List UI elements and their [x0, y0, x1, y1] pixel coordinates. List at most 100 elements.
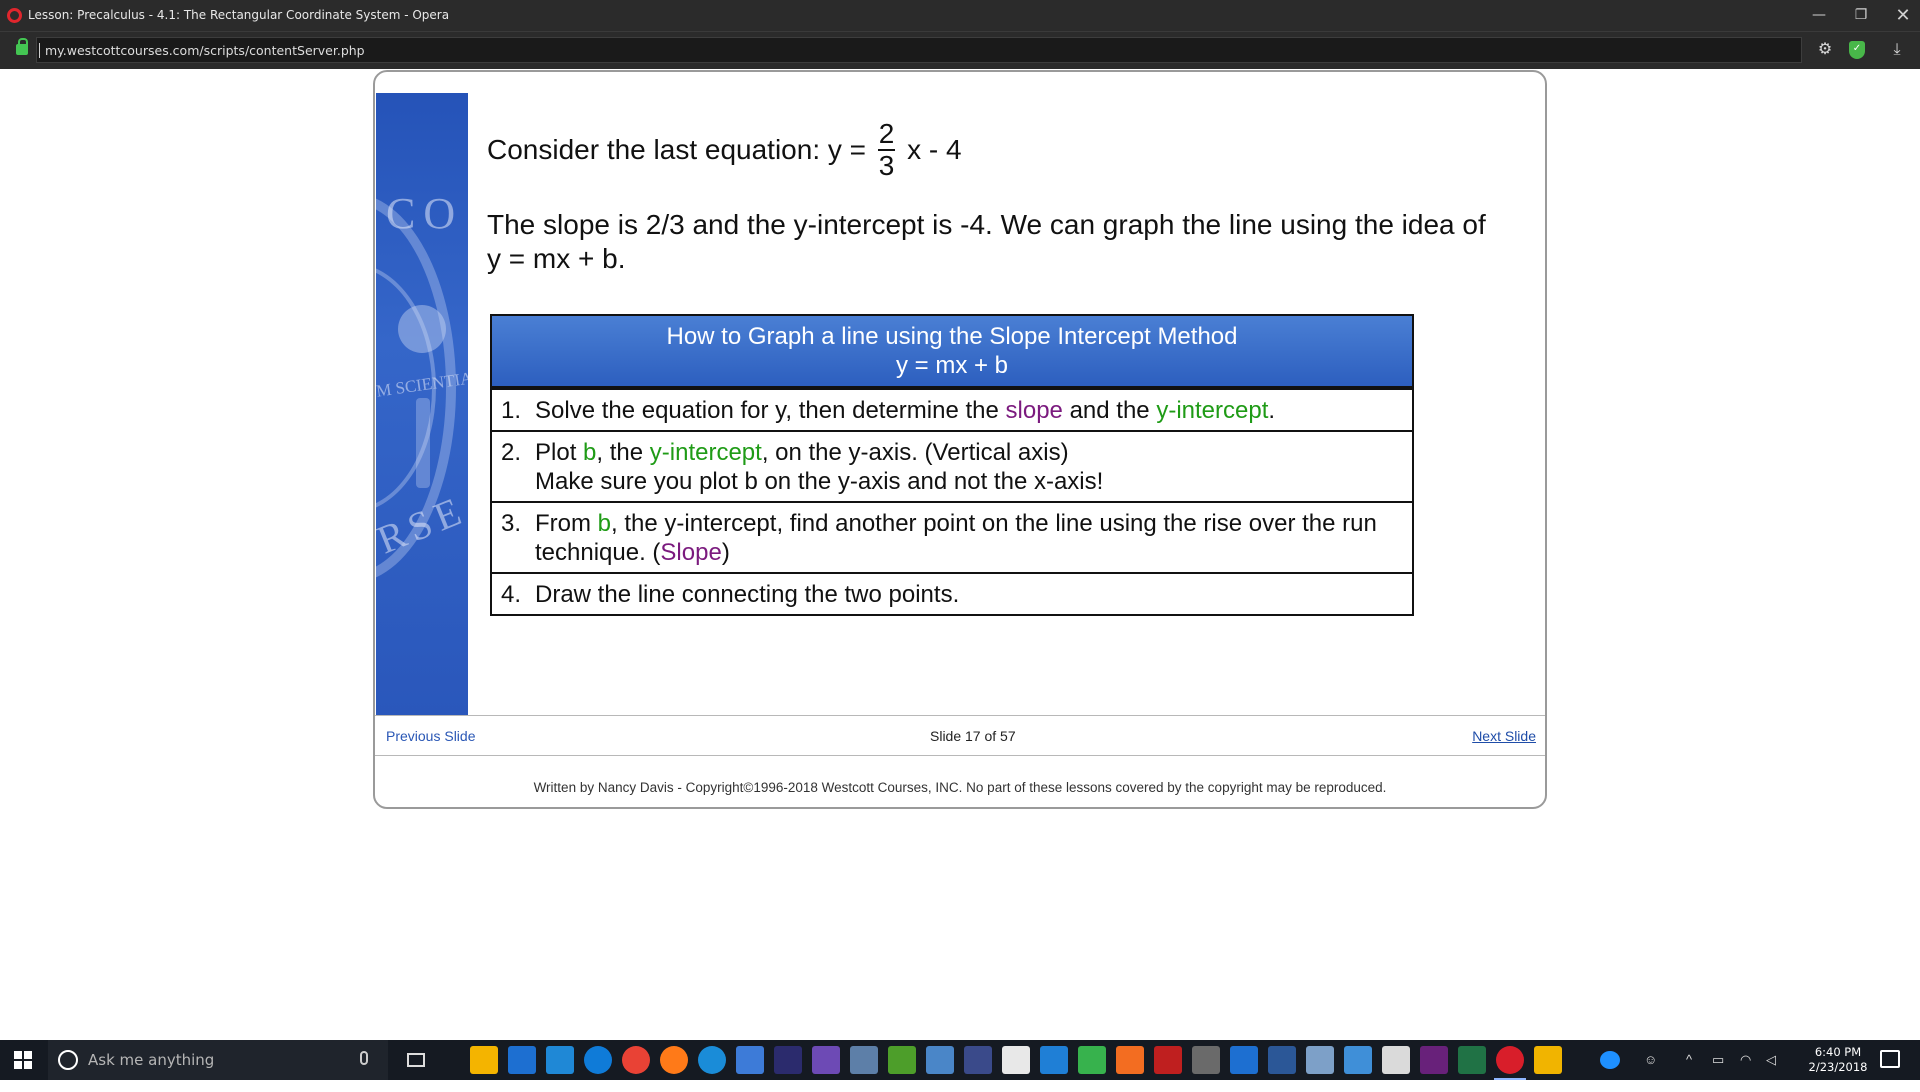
fraction: 2 3 [877, 118, 896, 181]
step-number: 2. [501, 439, 522, 466]
cortana-icon[interactable] [58, 1050, 78, 1070]
file-explorer-icon[interactable] [470, 1046, 498, 1074]
lesson-frame: CO M SCIENTIA RSE Consider the last equa… [373, 70, 1547, 809]
address-bar: my.westcottcourses.com/scripts/contentSe… [0, 31, 1920, 69]
equation-prefix: Consider the last equation: y = [487, 134, 867, 165]
app-dp-icon[interactable] [774, 1046, 802, 1074]
app-icon[interactable] [1344, 1046, 1372, 1074]
clock-time: 6:40 PM [1814, 1045, 1862, 1059]
step-number: 1. [501, 397, 522, 424]
step-text-line-2: Make sure you plot b on the y-axis and n… [535, 468, 1104, 495]
word-icon[interactable] [1268, 1046, 1296, 1074]
step-text: From b, the y-intercept, find another po… [535, 510, 1377, 566]
system-clock[interactable]: 6:40 PM 2/23/2018 [1796, 1045, 1880, 1075]
slide-navigation: Previous Slide Slide 17 of 57 Next Slide [375, 715, 1545, 756]
chevron-up-icon[interactable]: ^ [1686, 1052, 1692, 1092]
app-icon[interactable] [850, 1046, 878, 1074]
clock-date: 2/23/2018 [1808, 1060, 1868, 1074]
fraction-denominator: 3 [878, 150, 895, 181]
minimize-button[interactable]: — [1796, 0, 1842, 31]
method-step-4: 4. Draw the line connecting the two poin… [492, 572, 1412, 614]
next-slide-link[interactable]: Next Slide [1472, 728, 1536, 744]
firefox-icon[interactable] [660, 1046, 688, 1074]
shield-icon[interactable]: ✓ [1849, 41, 1865, 59]
taskbar: Ask me anything ☺ ^ ▭ ◠ ◁ 6:40 PM 2/23/2… [0, 1040, 1920, 1080]
microphone-icon[interactable] [360, 1051, 368, 1065]
url-field[interactable]: my.westcottcourses.com/scripts/contentSe… [36, 37, 1802, 63]
volume-icon[interactable]: ◁ [1766, 1052, 1776, 1092]
help-icon[interactable] [1600, 1051, 1620, 1069]
app-icon[interactable] [964, 1046, 992, 1074]
filezilla-icon[interactable] [1154, 1046, 1182, 1074]
method-table-header: How to Graph a line using the Slope Inte… [492, 316, 1412, 388]
slide-counter: Slide 17 of 57 [930, 728, 1016, 744]
store-icon[interactable] [508, 1046, 536, 1074]
taskbar-search[interactable]: Ask me anything [48, 1040, 388, 1080]
close-button[interactable]: ✕ [1880, 0, 1920, 31]
method-step-3: 3. From b, the y-intercept, find another… [492, 501, 1412, 572]
app-icon[interactable] [1534, 1046, 1562, 1074]
lambda-app-icon[interactable] [888, 1046, 916, 1074]
lock-icon[interactable] [16, 38, 28, 55]
slope-term: Slope [660, 539, 722, 566]
explanation-paragraph: The slope is 2/3 and the y-intercept is … [487, 208, 1507, 276]
b-term: b [597, 510, 612, 537]
wifi-icon[interactable]: ◠ [1740, 1052, 1751, 1092]
star-app-icon[interactable] [812, 1046, 840, 1074]
slope-term: slope [1005, 397, 1063, 424]
sidebar-seal-banner: CO M SCIENTIA RSE [376, 93, 468, 715]
download-icon[interactable]: ⤓ [1888, 41, 1906, 59]
step-number: 3. [501, 510, 522, 537]
equation-suffix: x - 4 [907, 134, 962, 165]
camtasia-icon[interactable] [1078, 1046, 1106, 1074]
gear-icon[interactable]: ⚙ [1816, 41, 1834, 59]
method-table: How to Graph a line using the Slope Inte… [490, 314, 1414, 616]
method-formula: y = mx + b [895, 352, 1009, 379]
chrome-icon[interactable] [622, 1046, 650, 1074]
method-step-2: 2. Plot b, the y-intercept, on the y-axi… [492, 430, 1412, 501]
internet-explorer-icon[interactable] [698, 1046, 726, 1074]
notification-center-icon[interactable] [1880, 1050, 1900, 1068]
app-icon[interactable] [1192, 1046, 1220, 1074]
url-text[interactable]: my.westcottcourses.com/scripts/contentSe… [39, 43, 365, 58]
seal-text-top: CO [386, 189, 464, 238]
paragraph-line-1: The slope is 2/3 and the y-intercept is … [487, 209, 1486, 240]
y-intercept-term: y-intercept [649, 439, 762, 466]
opera-logo-icon[interactable] [7, 8, 22, 23]
previous-slide-link[interactable]: Previous Slide [386, 728, 476, 744]
y-intercept-term: y-intercept [1156, 397, 1269, 424]
step-text: Draw the line connecting the two points. [535, 581, 960, 608]
method-title: How to Graph a line using the Slope Inte… [666, 323, 1238, 350]
app-icon[interactable] [1306, 1046, 1334, 1074]
app-icon[interactable] [1040, 1046, 1068, 1074]
visual-studio-icon[interactable] [1420, 1046, 1448, 1074]
b-term: b [583, 439, 597, 466]
method-step-1: 1. Solve the equation for y, then determ… [492, 388, 1412, 430]
task-view-icon[interactable] [407, 1053, 425, 1067]
tool-icon[interactable] [546, 1046, 574, 1074]
windows-start-icon[interactable] [14, 1051, 32, 1069]
fraction-numerator: 2 [877, 118, 896, 151]
battery-icon[interactable]: ▭ [1712, 1052, 1724, 1092]
excel-icon[interactable] [1458, 1046, 1486, 1074]
copyright-footer: Written by Nancy Davis - Copyright©1996-… [533, 780, 1387, 795]
globe-icon [398, 305, 446, 353]
equation-line: Consider the last equation: y = 2 3 x - … [487, 119, 962, 199]
paragraph-line-2: y = mx + b. [487, 243, 626, 274]
restore-button[interactable]: ❐ [1838, 0, 1884, 31]
powershell-icon[interactable] [736, 1046, 764, 1074]
window-title: Lesson: Precalculus - 4.1: The Rectangul… [28, 8, 450, 22]
step-text: Solve the equation for y, then determine… [535, 397, 1276, 424]
app-icon[interactable] [926, 1046, 954, 1074]
mail-icon[interactable] [1382, 1046, 1410, 1074]
opera-taskbar-icon[interactable] [1494, 1046, 1526, 1080]
app-icon[interactable] [1116, 1046, 1144, 1074]
calculator-icon[interactable] [1002, 1046, 1030, 1074]
browser-title-bar: Lesson: Precalculus - 4.1: The Rectangul… [0, 0, 1920, 31]
edge-icon[interactable] [584, 1046, 612, 1074]
torch-icon [416, 398, 430, 488]
step-text: Plot b, the y-intercept, on the y-axis. … [535, 439, 1104, 495]
search-placeholder[interactable]: Ask me anything [88, 1051, 214, 1069]
people-icon[interactable]: ☺ [1644, 1052, 1657, 1092]
outlook-icon[interactable] [1230, 1046, 1258, 1074]
